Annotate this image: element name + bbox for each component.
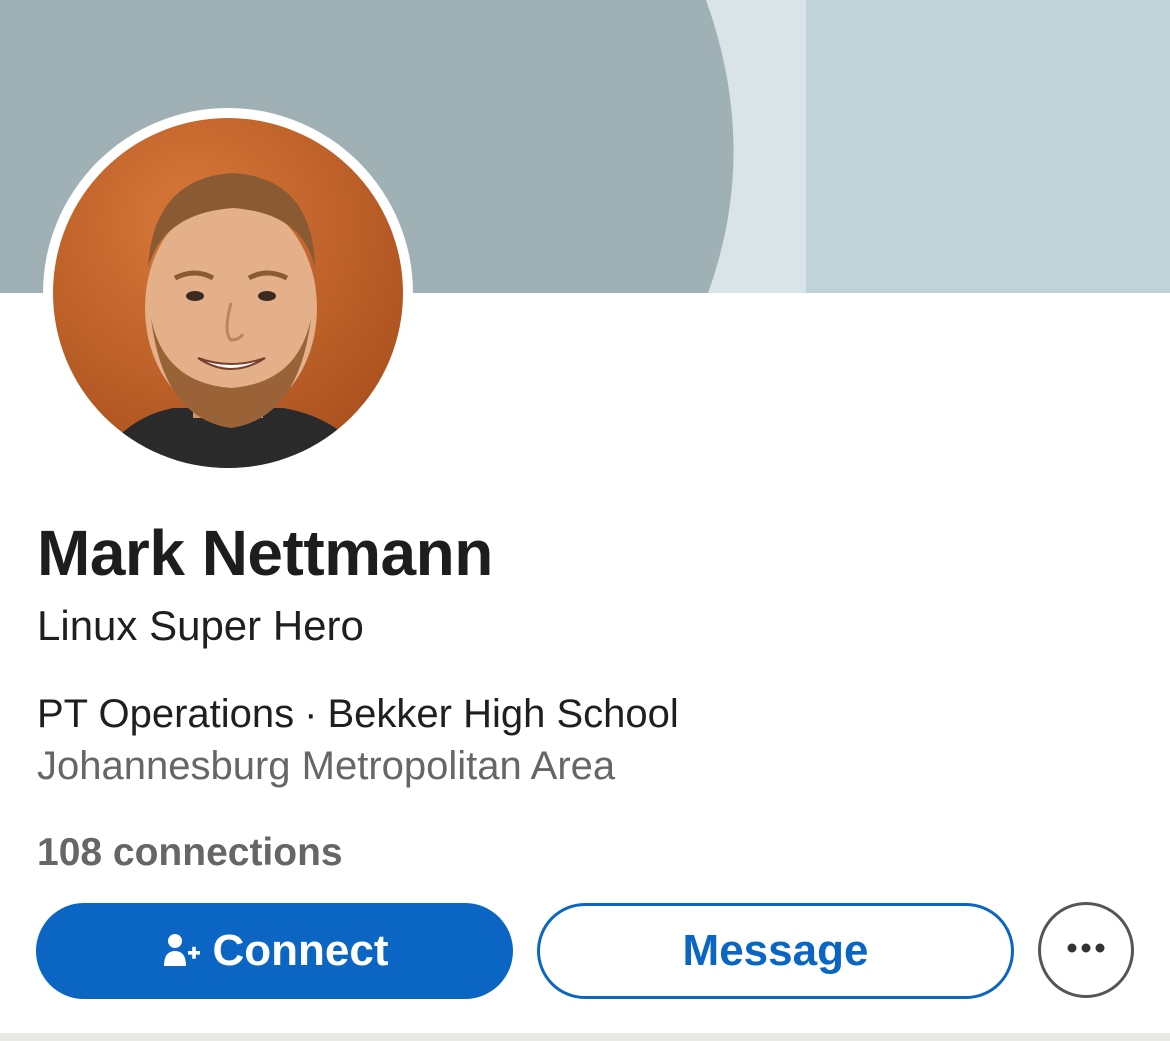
experience-role: PT Operations	[37, 692, 295, 736]
message-button[interactable]: Message	[537, 903, 1014, 999]
message-label: Message	[682, 926, 869, 975]
profile-page: Mark Nettmann Linux Super Hero PT Operat…	[0, 0, 1170, 1041]
experience-separator: ·	[304, 692, 318, 736]
more-options-button[interactable]	[1038, 902, 1134, 998]
profile-photo	[53, 118, 403, 468]
connect-button[interactable]: Connect	[36, 903, 513, 999]
section-divider	[0, 1033, 1170, 1041]
connect-label: Connect	[212, 926, 389, 975]
connections-count[interactable]: 108 connections	[37, 828, 343, 878]
experience-organization: Bekker High School	[327, 692, 679, 736]
profile-headline: Linux Super Hero	[37, 602, 364, 649]
more-horizontal-icon	[1066, 941, 1106, 959]
profile-location: Johannesburg Metropolitan Area	[37, 744, 616, 788]
profile-avatar[interactable]	[43, 108, 413, 478]
profile-experience[interactable]: PT Operations · Bekker High School	[37, 689, 679, 739]
profile-name: Mark Nettmann	[37, 517, 493, 589]
add-person-icon	[161, 930, 203, 972]
